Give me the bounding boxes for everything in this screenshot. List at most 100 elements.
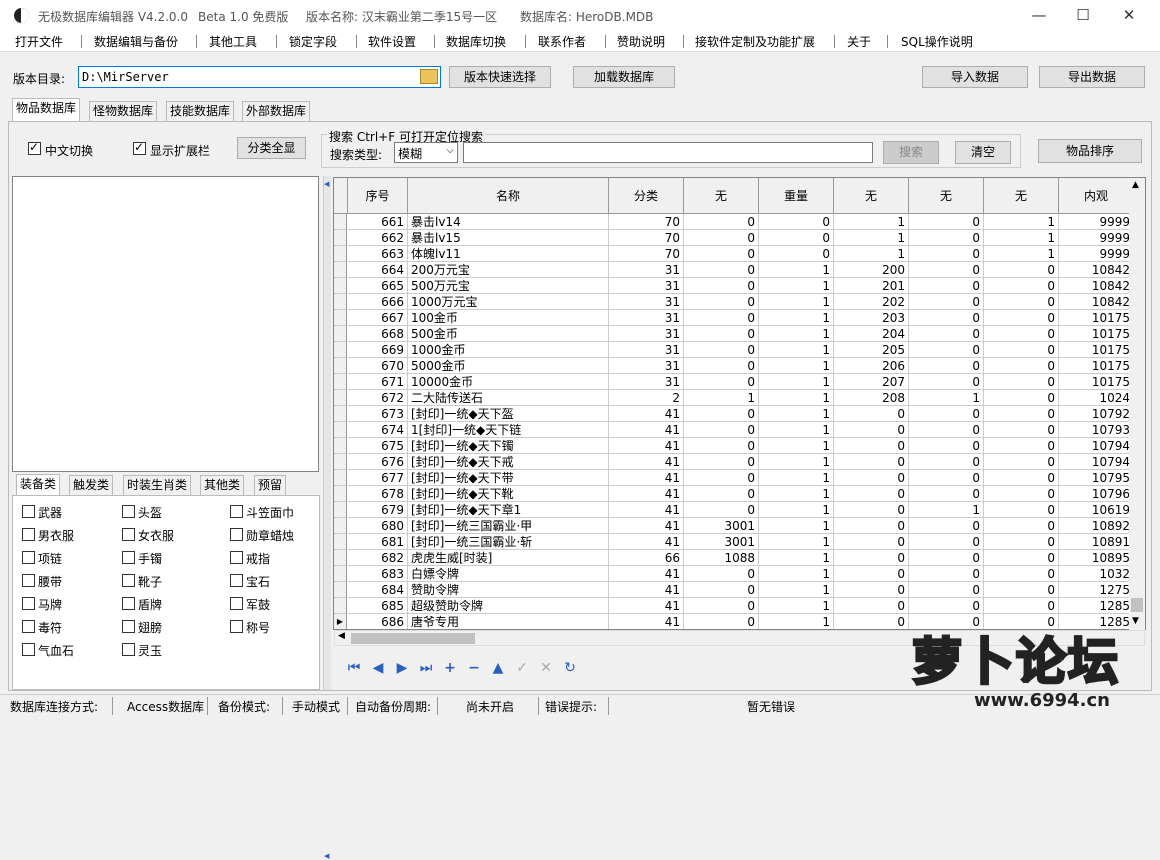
table-cell[interactable]: 671 [348,374,408,390]
table-cell[interactable]: 0 [909,422,984,438]
category-checkbox[interactable] [22,574,35,587]
category-checkbox[interactable] [22,643,35,656]
table-cell[interactable]: 10794 [1059,438,1134,454]
table-cell[interactable]: 二大陆传送石 [408,390,609,406]
scroll-up-icon[interactable]: ▲ [1132,180,1139,190]
table-cell[interactable]: 31 [609,262,684,278]
table-cell[interactable]: 200 [834,262,909,278]
category-checkbox[interactable] [230,620,243,633]
table-cell[interactable]: 0 [834,566,909,582]
category-checkbox[interactable] [122,505,135,518]
row-indicator[interactable] [334,486,347,502]
table-cell[interactable]: 唐爷专用 [408,614,609,629]
clear-button[interactable]: 清空 [955,141,1011,164]
table-cell[interactable]: 0 [984,454,1059,470]
table-cell[interactable]: 0 [909,230,984,246]
table-cell[interactable]: 41 [609,582,684,598]
table-cell[interactable]: 1 [759,534,834,550]
table-cell[interactable]: 1 [759,326,834,342]
table-cell[interactable]: 0 [909,454,984,470]
table-cell[interactable]: 0 [684,262,759,278]
table-cell[interactable]: 679 [348,502,408,518]
table-cell[interactable]: 1 [909,502,984,518]
table-cell[interactable]: 0 [684,310,759,326]
menu-db-switch[interactable]: 数据库切换 [444,33,508,50]
table-cell[interactable]: 10892 [1059,518,1134,534]
table-cell[interactable]: 0 [834,502,909,518]
table-cell[interactable]: 0 [984,470,1059,486]
table-cell[interactable]: 10795 [1059,470,1134,486]
table-cell[interactable]: [封印]一统◆天下盔 [408,406,609,422]
cancel-record-icon[interactable]: ✕ [537,659,555,677]
table-cell[interactable]: 白嫖令牌 [408,566,609,582]
table-cell[interactable]: 31 [609,294,684,310]
category-checkbox[interactable] [122,551,135,564]
edit-record-icon[interactable]: ▲ [489,659,507,677]
vertical-scrollbar[interactable]: ▲ ▼ [1129,178,1145,630]
category-checkbox[interactable] [22,620,35,633]
tab-reserved[interactable]: 预留 [254,475,287,496]
table-cell[interactable]: 0 [909,566,984,582]
table-cell[interactable]: 10842 [1059,278,1134,294]
table-cell[interactable]: 0 [684,614,759,629]
table-cell[interactable]: 674 [348,422,408,438]
table-cell[interactable]: 1 [759,582,834,598]
table-cell[interactable]: [封印]一统◆天下镯 [408,438,609,454]
menu-sql-help[interactable]: SQL操作说明 [899,33,975,50]
table-cell[interactable]: 1 [759,358,834,374]
table-cell[interactable]: 0 [909,550,984,566]
col-header-id[interactable]: 序号 [348,178,408,214]
table-cell[interactable]: 0 [684,598,759,614]
table-cell[interactable]: 41 [609,566,684,582]
table-cell[interactable]: 1000万元宝 [408,294,609,310]
table-cell[interactable]: 9999 [1059,214,1134,230]
table-cell[interactable]: 1 [759,470,834,486]
tab-items-db[interactable]: 物品数据库 [12,98,81,121]
table-cell[interactable]: 1 [984,230,1059,246]
table-cell[interactable]: 超级赞助令牌 [408,598,609,614]
table-cell[interactable]: 41 [609,454,684,470]
load-db-button[interactable]: 加载数据库 [573,66,675,88]
table-cell[interactable]: 0 [984,534,1059,550]
table-cell[interactable]: 10842 [1059,294,1134,310]
table-cell[interactable]: 10793 [1059,422,1134,438]
import-button[interactable]: 导入数据 [922,66,1028,88]
table-cell[interactable]: 0 [984,502,1059,518]
search-button[interactable]: 搜索 [883,141,939,164]
table-cell[interactable]: 10891 [1059,534,1134,550]
first-record-icon[interactable]: ⏮ [345,659,363,677]
row-indicator[interactable] [334,422,347,438]
search-input[interactable] [463,142,873,163]
table-cell[interactable]: 0 [909,486,984,502]
table-cell[interactable]: 0 [684,502,759,518]
table-cell[interactable]: 1275 [1059,582,1134,598]
table-cell[interactable]: 661 [348,214,408,230]
table-cell[interactable]: 0 [984,486,1059,502]
table-cell[interactable]: 208 [834,390,909,406]
table-cell[interactable]: 41 [609,422,684,438]
table-cell[interactable]: 赞助令牌 [408,582,609,598]
table-cell[interactable]: 0 [984,374,1059,390]
table-cell[interactable]: 0 [684,278,759,294]
table-cell[interactable]: 0 [834,598,909,614]
row-indicator[interactable] [334,550,347,566]
table-cell[interactable]: 202 [834,294,909,310]
table-cell[interactable]: 70 [609,246,684,262]
table-cell[interactable]: 9999 [1059,246,1134,262]
row-indicator[interactable] [334,390,347,406]
table-cell[interactable]: 0 [909,278,984,294]
table-cell[interactable]: 1 [759,262,834,278]
table-cell[interactable]: 1032 [1059,566,1134,582]
delete-record-icon[interactable]: − [465,659,483,677]
table-cell[interactable]: 666 [348,294,408,310]
table-cell[interactable]: 0 [984,406,1059,422]
table-cell[interactable]: 678 [348,486,408,502]
table-cell[interactable]: 0 [834,486,909,502]
row-indicator[interactable] [334,262,347,278]
table-cell[interactable]: 0 [909,374,984,390]
col-header-category[interactable]: 分类 [609,178,684,214]
table-cell[interactable]: 1 [759,614,834,629]
table-cell[interactable]: 0 [684,214,759,230]
table-cell[interactable]: 0 [909,294,984,310]
table-cell[interactable]: 0 [759,246,834,262]
